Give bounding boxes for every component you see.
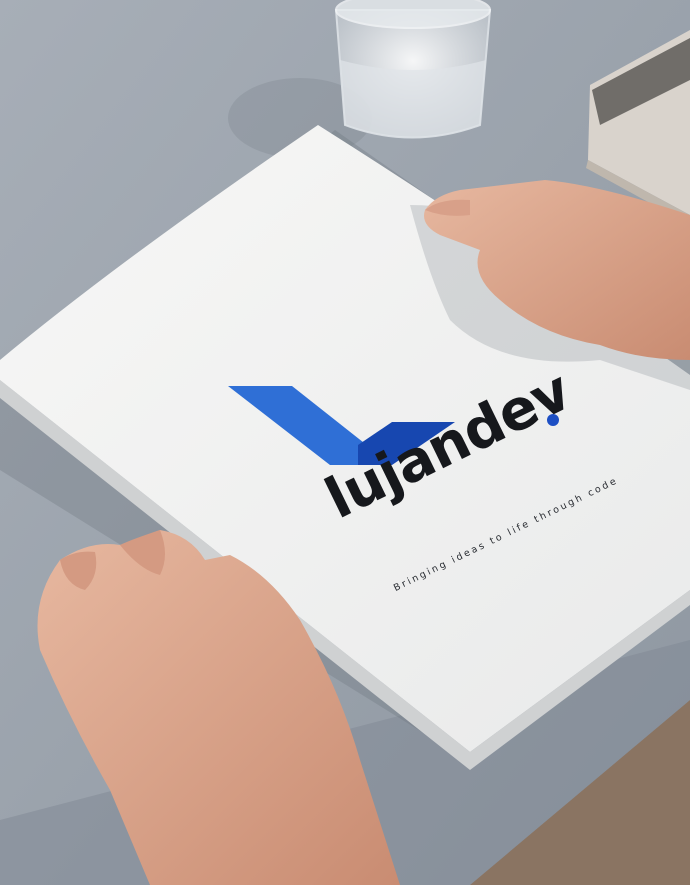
glass-of-water [334,0,492,139]
photo-scene: lujandev Bringing ideas to life through … [0,0,690,885]
photo-illustration [0,0,690,885]
